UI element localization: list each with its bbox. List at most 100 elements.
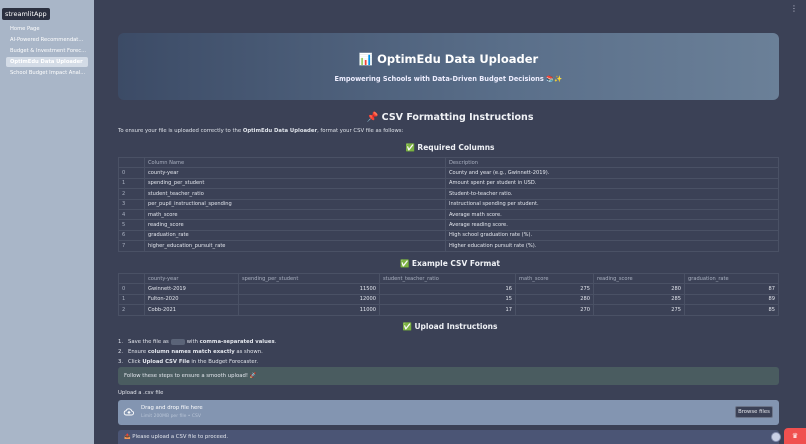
list-item: 1. Save the file as .csv with comma-separ… <box>118 337 276 347</box>
step-text: . <box>274 339 277 345</box>
sidebar-item-budget-forecaster[interactable]: Budget & Investment Forec... <box>6 46 88 56</box>
table-header-row: Column Name Description <box>118 156 779 169</box>
table-cell: Student-to-teacher ratio. <box>445 188 779 200</box>
intro-suffix: , format your CSV file as follows: <box>317 128 404 134</box>
example-csv-table: county-year spending_per_student student… <box>118 272 779 316</box>
table-cell: Average reading score. <box>445 219 779 231</box>
row-index: 0 <box>118 283 145 295</box>
table-cell: 11000 <box>238 304 380 316</box>
hero-banner: 📊 OptimEdu Data Uploader Empowering Scho… <box>118 33 779 100</box>
table-cell: 275 <box>593 304 685 316</box>
step-bold: comma-separated values <box>199 339 275 345</box>
table-cell: 16 <box>379 283 516 295</box>
dropzone-limit: Limit 200MB per file • CSV <box>141 414 201 419</box>
main-content: ⋮ 📊 OptimEdu Data Uploader Empowering Sc… <box>94 0 806 444</box>
table-header-index <box>118 156 145 169</box>
upload-instructions-heading: ✅ Upload Instructions <box>402 322 498 331</box>
crown-icon[interactable]: ♛ <box>784 428 806 444</box>
step-number: 2. <box>118 349 124 355</box>
sidebar-item-home-page[interactable]: Home Page <box>6 24 88 34</box>
table-cell: graduation_rate <box>144 229 446 242</box>
table-cell: reading_score <box>144 219 446 231</box>
table-row: 7 higher_education_pursuit_rate Higher edu… <box>118 240 779 252</box>
table-row: 2 Cobb-2021 11000 17 270 275 85 <box>118 304 779 316</box>
table-cell: 270 <box>515 304 594 316</box>
table-row: 5 reading_score Average reading score. <box>118 219 779 231</box>
table-cell: Cobb-2021 <box>144 304 239 316</box>
table-header-cell: student_teacher_ratio <box>379 272 516 285</box>
row-index: 5 <box>118 219 145 231</box>
table-header-cell: Description <box>445 156 779 169</box>
step-text: in the Budget Forecaster. <box>189 359 259 365</box>
table-cell: 285 <box>593 293 685 306</box>
uploader-label: Upload a .csv file <box>118 390 164 396</box>
table-cell: Instructional spending per student. <box>445 198 779 210</box>
table-cell: Gwinnett-2019 <box>144 283 239 295</box>
table-row: 0 Gwinnett-2019 11500 16 275 280 87 <box>118 283 779 295</box>
row-index: 7 <box>118 240 145 252</box>
avatar[interactable] <box>771 432 781 442</box>
table-header-cell: graduation_rate <box>684 272 779 285</box>
required-columns-body: 0 county-year County and year (e.g., Gwinn… <box>118 167 779 252</box>
row-index: 1 <box>118 293 145 306</box>
upload-steps-list: 1. Save the file as .csv with comma-separ… <box>118 337 276 367</box>
table-cell: Average math score. <box>445 208 779 221</box>
table-row: 0 county-year County and year (e.g., Gwinn… <box>118 167 779 179</box>
row-index: 6 <box>118 229 145 242</box>
table-header-cell: math_score <box>515 272 594 285</box>
table-cell: 11500 <box>238 283 380 295</box>
table-header-row: county-year spending_per_student student… <box>118 272 779 285</box>
table-cell: High school graduation rate (%). <box>445 229 779 242</box>
table-cell: spending_per_student <box>144 177 446 190</box>
sidebar-item-data-uploader[interactable]: OptimEdu Data Uploader <box>6 57 88 67</box>
intro-bold: OptimEdu Data Uploader <box>242 128 318 134</box>
row-index: 2 <box>118 304 145 316</box>
step-text: with <box>185 339 200 345</box>
page-subtitle: Empowering Schools with Data-Driven Budg… <box>334 75 563 83</box>
table-cell: math_score <box>144 208 446 221</box>
table-header-cell: county-year <box>144 272 239 285</box>
table-row: 2 student_teacher_ratio Student-to-teacher… <box>118 188 779 200</box>
example-csv-body: 0 Gwinnett-2019 11500 16 275 280 87 1 Fulton-202… <box>118 283 779 316</box>
table-cell: student_teacher_ratio <box>144 188 446 200</box>
step-text: Save the file as <box>128 339 171 345</box>
table-row: 1 spending_per_student Amount spent per st… <box>118 177 779 190</box>
step-text: Click <box>128 359 143 365</box>
example-csv-heading: ✅ Example CSV Format <box>399 259 501 268</box>
table-header-cell: spending_per_student <box>238 272 380 285</box>
info-note: 📤 Please upload a CSV file to proceed. <box>118 430 779 444</box>
row-index: 0 <box>118 167 145 179</box>
instructions-heading: 📌 CSV Formatting Instructions <box>366 112 534 123</box>
table-cell: 280 <box>515 293 594 306</box>
table-cell: 280 <box>593 283 685 295</box>
cloud-upload-icon <box>123 408 134 416</box>
sidebar: streamlitApp Home Page AI-Powered Recomm… <box>0 0 94 444</box>
list-item: 2. Ensure column names match exactly as s… <box>118 347 276 357</box>
row-index: 4 <box>118 208 145 221</box>
table-cell: per_pupil_instructional_spending <box>144 198 446 210</box>
browse-files-button[interactable]: Browse files <box>735 406 773 418</box>
sidebar-item-ai-recommendations[interactable]: AI-Powered Recommendat... <box>6 35 88 45</box>
table-header-cell: reading_score <box>593 272 685 285</box>
table-row: 6 graduation_rate High school graduation r… <box>118 229 779 242</box>
row-index: 3 <box>118 198 145 210</box>
table-cell: 89 <box>684 293 779 306</box>
step-number: 1. <box>118 339 124 345</box>
step-text: as shown. <box>234 349 263 355</box>
sidebar-item-budget-impact[interactable]: School Budget Impact Anal... <box>6 68 88 78</box>
step-text: Ensure <box>128 349 148 355</box>
app-title: streamlitApp <box>2 8 50 20</box>
table-cell: Higher education pursuit rate (%). <box>445 240 779 252</box>
intro-prefix: To ensure your file is uploaded correctl… <box>118 128 243 134</box>
table-cell: county-year <box>144 167 446 179</box>
main-menu-icon[interactable]: ⋮ <box>790 4 798 13</box>
list-item: 3. Click Upload CSV File in the Budget Fo… <box>118 357 276 367</box>
dropzone-text: Drag and drop file here <box>141 405 203 411</box>
table-cell: 275 <box>515 283 594 295</box>
code-snippet: .csv <box>170 339 186 345</box>
table-row: 1 Fulton-2020 12000 15 280 285 89 <box>118 293 779 306</box>
table-header-cell: Column Name <box>144 156 446 169</box>
step-bold: column names match exactly <box>147 349 235 355</box>
page-title: 📊 OptimEdu Data Uploader <box>358 52 539 66</box>
file-dropzone[interactable]: Drag and drop file here Limit 200MB per … <box>118 400 779 425</box>
